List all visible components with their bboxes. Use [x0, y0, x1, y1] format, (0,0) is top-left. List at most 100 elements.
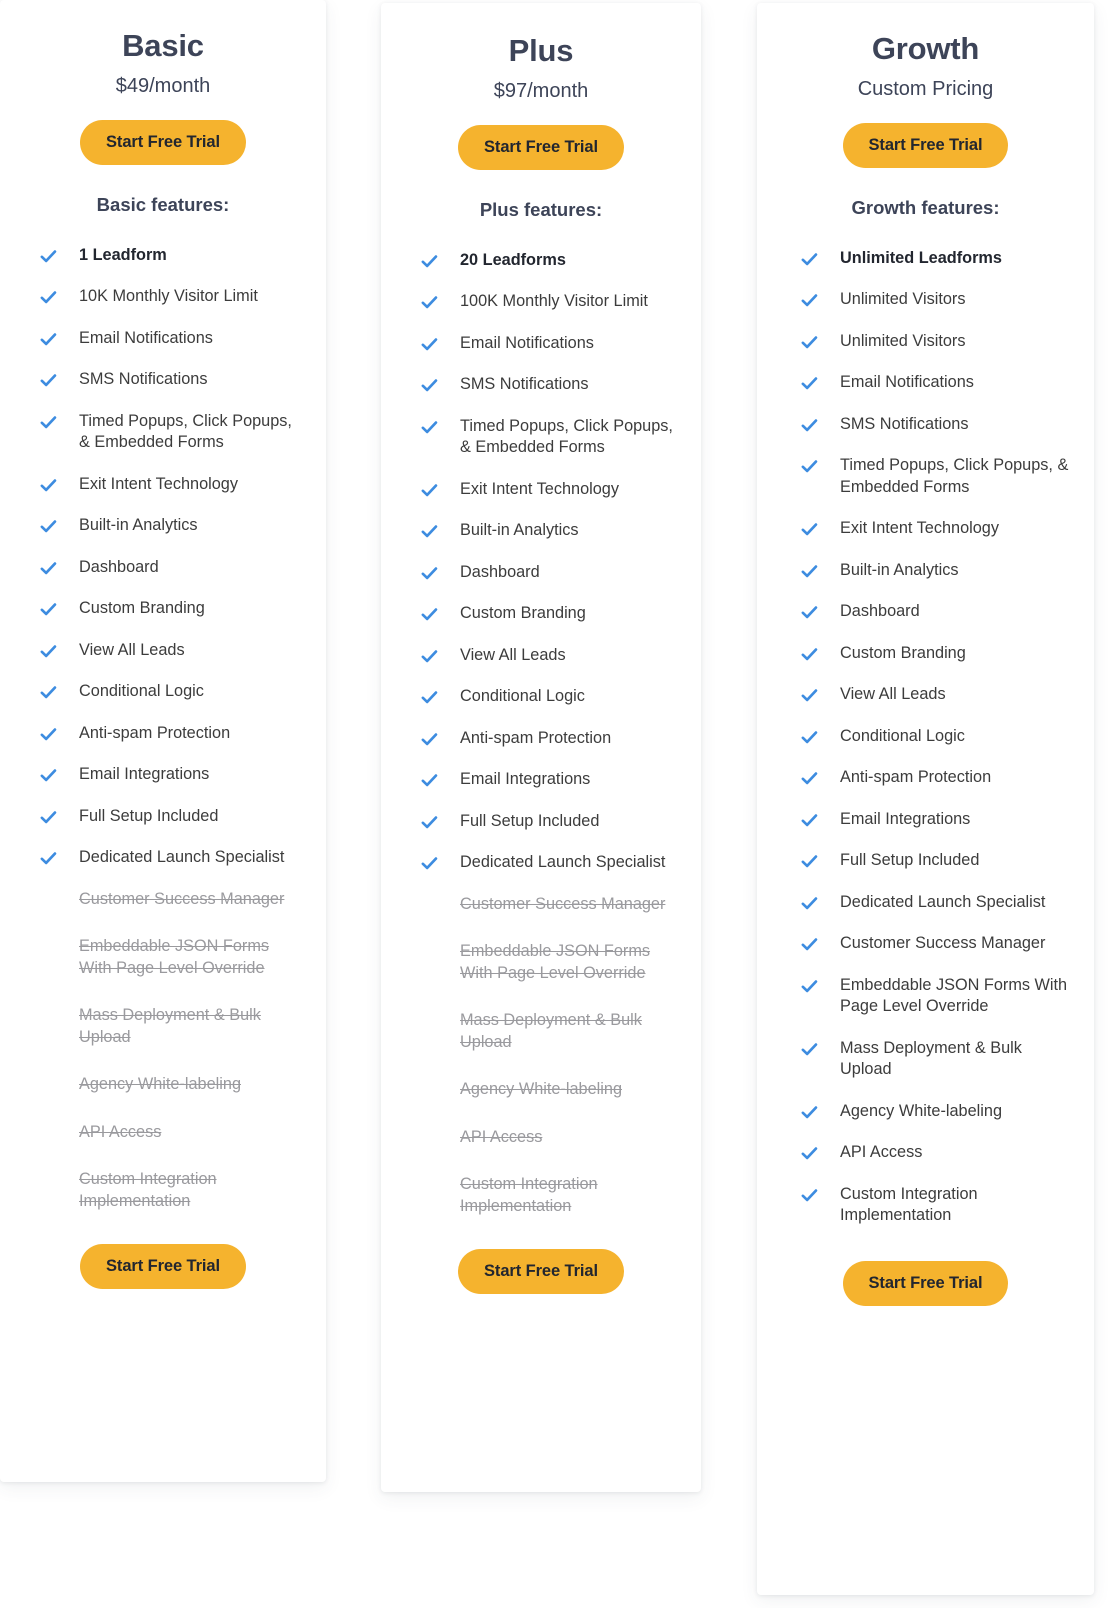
- feature-label: Email Notifications: [79, 328, 213, 347]
- feature-item-included: Custom Branding: [40, 598, 304, 620]
- feature-item-included: Full Setup Included: [40, 806, 304, 828]
- feature-item-included: SMS Notifications: [801, 414, 1074, 436]
- feature-item-included: View All Leads: [801, 684, 1074, 706]
- start-free-trial-button-bottom-plus[interactable]: Start Free Trial: [458, 1249, 624, 1295]
- plan-name-plus: Plus: [508, 33, 574, 68]
- features-heading-plus: Plus features:: [479, 198, 603, 220]
- feature-label: Conditional Logic: [79, 682, 204, 701]
- feature-item-excluded: API Access: [40, 1122, 304, 1144]
- check-icon: [40, 726, 57, 743]
- features-heading-basic: Basic features:: [96, 193, 230, 215]
- pricing-plans-grid: Basic $49/month Start Free Trial Basic feat…: [0, 0, 1108, 1608]
- feature-label: Customer Success Manager: [840, 934, 1046, 953]
- feature-icon-placeholder: [40, 936, 57, 937]
- feature-item-excluded: Agency White-labeling: [421, 1079, 679, 1101]
- feature-label: Built-in Analytics: [460, 521, 579, 540]
- check-icon: [40, 331, 57, 348]
- check-icon: [40, 601, 57, 618]
- check-icon: [40, 684, 57, 701]
- feature-item-included: Exit Intent Technology: [40, 474, 304, 496]
- start-free-trial-button-top-plus[interactable]: Start Free Trial: [458, 124, 624, 170]
- start-free-trial-button-bottom-growth[interactable]: Start Free Trial: [842, 1260, 1009, 1306]
- check-icon: [801, 1145, 818, 1162]
- feature-item-included: Dashboard: [801, 601, 1074, 623]
- feature-label: Exit Intent Technology: [840, 519, 999, 538]
- feature-item-included: 10K Monthly Visitor Limit: [40, 286, 304, 308]
- feature-item-included: Unlimited Visitors: [801, 289, 1074, 311]
- feature-item-included: Dedicated Launch Specialist: [421, 852, 679, 874]
- feature-item-excluded: Customer Success Manager: [421, 894, 679, 916]
- feature-label: 10K Monthly Visitor Limit: [79, 287, 258, 306]
- check-icon: [40, 414, 57, 431]
- feature-item-included: Email Notifications: [40, 328, 304, 350]
- feature-item-included: Anti-spam Protection: [421, 728, 679, 750]
- feature-icon-placeholder: [421, 894, 438, 895]
- check-icon: [421, 814, 438, 831]
- plan-price-basic: $49/month: [115, 74, 211, 97]
- check-icon: [421, 606, 438, 623]
- feature-label: Built-in Analytics: [79, 516, 198, 535]
- feature-label: Full Setup Included: [840, 851, 980, 870]
- feature-label: Unlimited Visitors: [840, 290, 966, 309]
- feature-label: 1 Leadform: [79, 245, 167, 264]
- check-icon: [801, 687, 818, 704]
- feature-item-excluded: Customer Success Manager: [40, 889, 304, 911]
- feature-label: Dashboard: [79, 557, 159, 576]
- feature-label: Dashboard: [840, 602, 920, 621]
- feature-item-included: Exit Intent Technology: [421, 479, 679, 501]
- feature-item-included: Unlimited Visitors: [801, 331, 1074, 353]
- feature-label: View All Leads: [840, 685, 946, 704]
- check-icon: [40, 809, 57, 826]
- check-icon: [801, 334, 818, 351]
- feature-item-included: Anti-spam Protection: [801, 767, 1074, 789]
- check-icon: [801, 521, 818, 538]
- feature-label: SMS Notifications: [79, 370, 208, 389]
- check-icon: [421, 482, 438, 499]
- feature-label: SMS Notifications: [840, 414, 969, 433]
- feature-item-included: Custom Branding: [421, 603, 679, 625]
- feature-item-included: Timed Popups, Click Popups, & Embedded F…: [40, 411, 304, 454]
- check-icon: [801, 1104, 818, 1121]
- feature-item-included: Email Notifications: [421, 333, 679, 355]
- check-icon: [801, 853, 818, 870]
- feature-label: Unlimited Visitors: [840, 331, 966, 350]
- check-icon: [801, 1187, 818, 1204]
- check-icon: [40, 518, 57, 535]
- check-icon: [801, 604, 818, 621]
- check-icon: [421, 419, 438, 436]
- feature-item-included: 100K Monthly Visitor Limit: [421, 291, 679, 313]
- start-free-trial-button-bottom-basic[interactable]: Start Free Trial: [80, 1244, 246, 1290]
- feature-label: Embeddable JSON Forms With Page Level Ov…: [840, 975, 1068, 1016]
- feature-label: Full Setup Included: [460, 811, 600, 830]
- feature-label: Full Setup Included: [79, 806, 219, 825]
- feature-icon-placeholder: [40, 1005, 57, 1006]
- feature-label: Email Notifications: [460, 333, 594, 352]
- feature-item-included: View All Leads: [421, 645, 679, 667]
- start-free-trial-button-top-basic[interactable]: Start Free Trial: [80, 119, 246, 165]
- check-icon: [801, 936, 818, 953]
- feature-label: Custom Branding: [79, 599, 205, 618]
- feature-label: API Access: [79, 1122, 162, 1141]
- check-icon: [801, 375, 818, 392]
- feature-label: Email Integrations: [79, 765, 210, 784]
- feature-item-excluded: Mass Deployment & Bulk Upload: [421, 1010, 679, 1053]
- feature-label: Timed Popups, Click Popups, & Embedded F…: [460, 416, 673, 457]
- check-icon: [421, 294, 438, 311]
- feature-item-included: Custom Integration Implementation: [801, 1184, 1074, 1227]
- feature-label: Agency White-labeling: [460, 1080, 622, 1099]
- check-icon: [801, 1041, 818, 1058]
- feature-item-included: SMS Notifications: [421, 374, 679, 396]
- feature-label: Unlimited Leadforms: [840, 248, 1002, 267]
- feature-label: Mass Deployment & Bulk Upload: [840, 1038, 1022, 1079]
- feature-label: Anti-spam Protection: [79, 723, 231, 742]
- check-icon: [421, 565, 438, 582]
- check-icon: [421, 523, 438, 540]
- start-free-trial-button-top-growth[interactable]: Start Free Trial: [842, 122, 1009, 168]
- feature-item-included: Exit Intent Technology: [801, 518, 1074, 540]
- check-icon: [40, 289, 57, 306]
- feature-label: Email Integrations: [460, 770, 591, 789]
- feature-label: Customer Success Manager: [79, 889, 285, 908]
- feature-list-growth: Unlimited Leadforms Unlimited Visitors Unl…: [773, 248, 1078, 1247]
- feature-label: 20 Leadforms: [460, 250, 566, 269]
- plan-card-growth: Growth Custom Pricing Start Free Trial Grow…: [757, 3, 1094, 1595]
